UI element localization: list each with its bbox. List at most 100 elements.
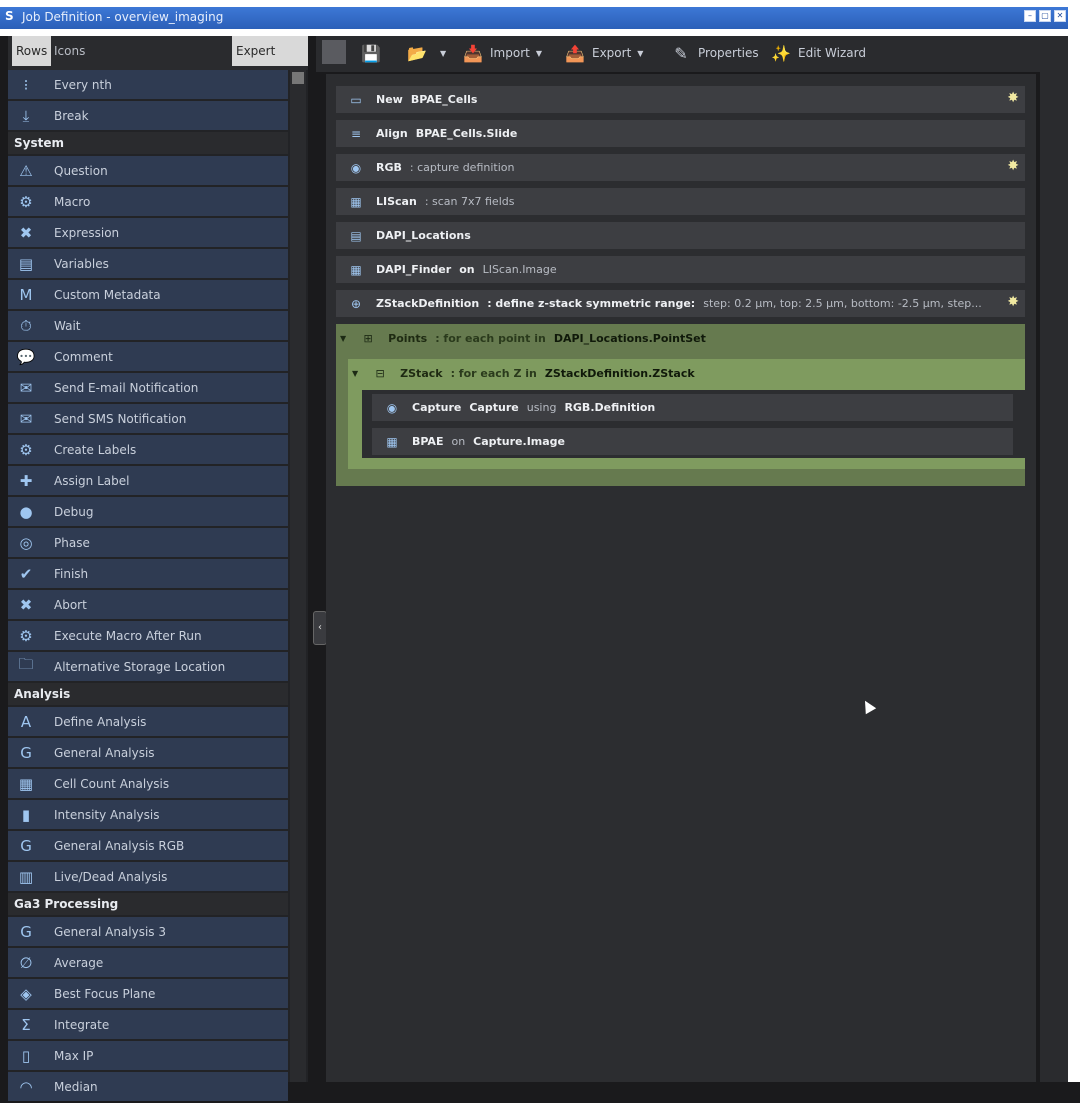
task-item-label: Average: [54, 955, 104, 970]
task-item-assign-label[interactable]: ✚ Assign Label: [8, 466, 288, 495]
step-capture[interactable]: ◉ Capture Capture using RGB.Definition: [372, 394, 1013, 421]
task-item-abort[interactable]: ✖ Abort: [8, 590, 288, 619]
task-item-send-e-mail-notification[interactable]: ✉ Send E-mail Notification: [8, 373, 288, 402]
collapse-sidebar-button[interactable]: ‹: [313, 611, 327, 645]
task-item-label: Cell Count Analysis: [54, 776, 170, 791]
open-dropdown-icon[interactable]: ▼: [440, 49, 446, 58]
task-item-label: Define Analysis: [54, 714, 147, 729]
zstack-loop-block[interactable]: ▼ ⊟ ZStack : for each Z in ZStackDefinit…: [348, 359, 1025, 469]
step-align[interactable]: ≡ Align BPAE_Cells.Slide: [336, 120, 1025, 147]
task-item-label: Best Focus Plane: [54, 986, 156, 1001]
open-button[interactable]: 📂 ▼: [404, 40, 446, 66]
zstack-loop-header[interactable]: ▼ ⊟ ZStack : for each Z in ZStackDefinit…: [348, 360, 1025, 387]
import-button[interactable]: 📥 Import ▼: [460, 40, 542, 66]
group-header-ga3-processing[interactable]: Ga3 Processing: [8, 893, 288, 915]
task-item-general-analysis-rgb[interactable]: G General Analysis RGB: [8, 831, 288, 860]
export-dropdown-icon[interactable]: ▼: [637, 49, 643, 58]
task-item-intensity-analysis[interactable]: ▮ Intensity Analysis: [8, 800, 288, 829]
save-button[interactable]: 💾: [358, 40, 388, 66]
import-dropdown-icon[interactable]: ▼: [536, 49, 542, 58]
task-item-question[interactable]: ⚠ Question: [8, 156, 288, 185]
wizard-star-icon[interactable]: ✸: [1007, 294, 1019, 310]
task-item-every-nth[interactable]: ⁝ Every nth: [8, 70, 288, 99]
task-item-comment[interactable]: 💬 Comment: [8, 342, 288, 371]
points-loop-header[interactable]: ▼ ⊞ Points : for each point in DAPI_Loca…: [336, 325, 1025, 352]
step-new[interactable]: ▭ New BPAE_Cells ✸: [336, 86, 1025, 113]
step-name: BPAE_Cells.Slide: [415, 127, 518, 140]
task-item-label: Phase: [54, 535, 90, 550]
import-icon: 📥: [463, 43, 483, 63]
create-labels-icon: ⚙: [19, 440, 33, 459]
export-icon: 📤: [565, 43, 585, 63]
task-item-general-analysis[interactable]: G General Analysis: [8, 738, 288, 767]
task-item-custom-metadata[interactable]: M Custom Metadata: [8, 280, 288, 309]
task-item-macro[interactable]: ⚙ Macro: [8, 187, 288, 216]
step-name: BPAE_Cells: [410, 93, 478, 106]
expand-points-icon[interactable]: ▼: [340, 334, 346, 343]
group-header-system[interactable]: System: [8, 132, 288, 154]
points-loop-block[interactable]: ▼ ⊞ Points : for each point in DAPI_Loca…: [336, 324, 1025, 486]
task-item-cell-count-analysis[interactable]: ▦ Cell Count Analysis: [8, 769, 288, 798]
wizard-star-icon[interactable]: ✸: [1007, 158, 1019, 174]
expert-mode-button[interactable]: Expert mode: [232, 36, 308, 88]
step-keyword: DAPI_Finder: [376, 263, 452, 276]
toolbar-color-swatch[interactable]: [322, 40, 346, 64]
scroll-up-arrow[interactable]: [292, 72, 304, 84]
export-button[interactable]: 📤 Export ▼: [562, 40, 643, 66]
properties-label: Properties: [698, 46, 759, 60]
rows-view-button[interactable]: Rows: [12, 36, 52, 66]
task-item-create-labels[interactable]: ⚙ Create Labels: [8, 435, 288, 464]
group-header-analysis[interactable]: Analysis: [8, 683, 288, 705]
define-analysis-icon: A: [20, 712, 32, 731]
sidebar-scrollbar[interactable]: [290, 70, 306, 1082]
step-dapi-finder[interactable]: ▦ DAPI_Finder on LIScan.Image: [336, 256, 1025, 283]
zstack-target: ZStackDefinition.ZStack: [544, 367, 695, 380]
wait-icon: ⏱: [20, 316, 32, 335]
close-button[interactable]: ✕: [1054, 10, 1066, 22]
task-item-max-ip[interactable]: ▯ Max IP: [8, 1041, 288, 1070]
finish-icon: ✔: [19, 564, 33, 583]
edit-wizard-button[interactable]: ✨ Edit Wizard: [768, 40, 866, 66]
task-item-send-sms-notification[interactable]: ✉ Send SMS Notification: [8, 404, 288, 433]
maximize-button[interactable]: ▢: [1039, 10, 1051, 22]
step-zstackdefinition[interactable]: ⊕ ZStackDefinition: define z-stack symmet…: [336, 290, 1025, 317]
step-dapi-locations[interactable]: ▤ DAPI_Locations: [336, 222, 1025, 249]
task-item-debug[interactable]: ● Debug: [8, 497, 288, 526]
wizard-star-icon[interactable]: ✸: [1007, 90, 1019, 106]
task-item-finish[interactable]: ✔ Finish: [8, 559, 288, 588]
step-bpae[interactable]: ▦ BPAE on Capture.Image: [372, 428, 1013, 455]
email-icon: ✉: [19, 378, 33, 397]
properties-button[interactable]: ✎ Properties: [668, 40, 759, 66]
task-item-live-dead-analysis[interactable]: ▥ Live/Dead Analysis: [8, 862, 288, 891]
main-toolbar: 💾 📂 ▼ 📥 Import ▼ 📤 Export ▼ ✎ Properties ✨ Edit…: [316, 36, 1040, 72]
task-item-general-analysis-3[interactable]: G General Analysis 3: [8, 917, 288, 946]
task-list: ⁝ Every nth ⤓ Break System ⚠ Question ⚙ Macro ✖ Ex…: [8, 70, 288, 1103]
task-item-best-focus-plane[interactable]: ◈ Best Focus Plane: [8, 979, 288, 1008]
task-item-alternative-storage-location[interactable]: 🗀 Alternative Storage Location: [8, 652, 288, 681]
step-liscan[interactable]: ▦ LIScan: scan 7x7 fields: [336, 188, 1025, 215]
task-item-break[interactable]: ⤓ Break: [8, 101, 288, 130]
points-target: DAPI_Locations.PointSet: [553, 332, 706, 345]
variables-icon: ▤: [18, 254, 34, 273]
task-item-median[interactable]: ◠ Median: [8, 1072, 288, 1101]
job-editor: ▭ New BPAE_Cells ✸ ≡ Align BPAE_Cells.Slide ◉ RG…: [326, 74, 1036, 1082]
expand-zstack-icon[interactable]: ▼: [352, 369, 358, 378]
sms-icon: ✉: [19, 409, 33, 428]
task-item-define-analysis[interactable]: A Define Analysis: [8, 707, 288, 736]
task-item-execute-macro-after-run[interactable]: ⚙ Execute Macro After Run: [8, 621, 288, 650]
main-scrollbar[interactable]: [1040, 36, 1068, 1082]
task-item-phase[interactable]: ◎ Phase: [8, 528, 288, 557]
task-item-wait[interactable]: ⏱ Wait: [8, 311, 288, 340]
sidebar-toolbar: Rows Icons Expert mode: [8, 36, 308, 88]
task-item-expression[interactable]: ✖ Expression: [8, 218, 288, 247]
task-item-variables[interactable]: ▤ Variables: [8, 249, 288, 278]
minimize-button[interactable]: –: [1024, 10, 1036, 22]
step-rgb[interactable]: ◉ RGB: capture definition ✸: [336, 154, 1025, 181]
task-item-integrate[interactable]: Σ Integrate: [8, 1010, 288, 1039]
task-item-label: Assign Label: [54, 473, 130, 488]
task-item-label: Variables: [54, 256, 109, 271]
task-item-average[interactable]: ∅ Average: [8, 948, 288, 977]
folder-icon: 📂: [407, 43, 427, 63]
task-item-label: Break: [54, 108, 89, 123]
icons-view-button[interactable]: Icons: [50, 36, 89, 66]
